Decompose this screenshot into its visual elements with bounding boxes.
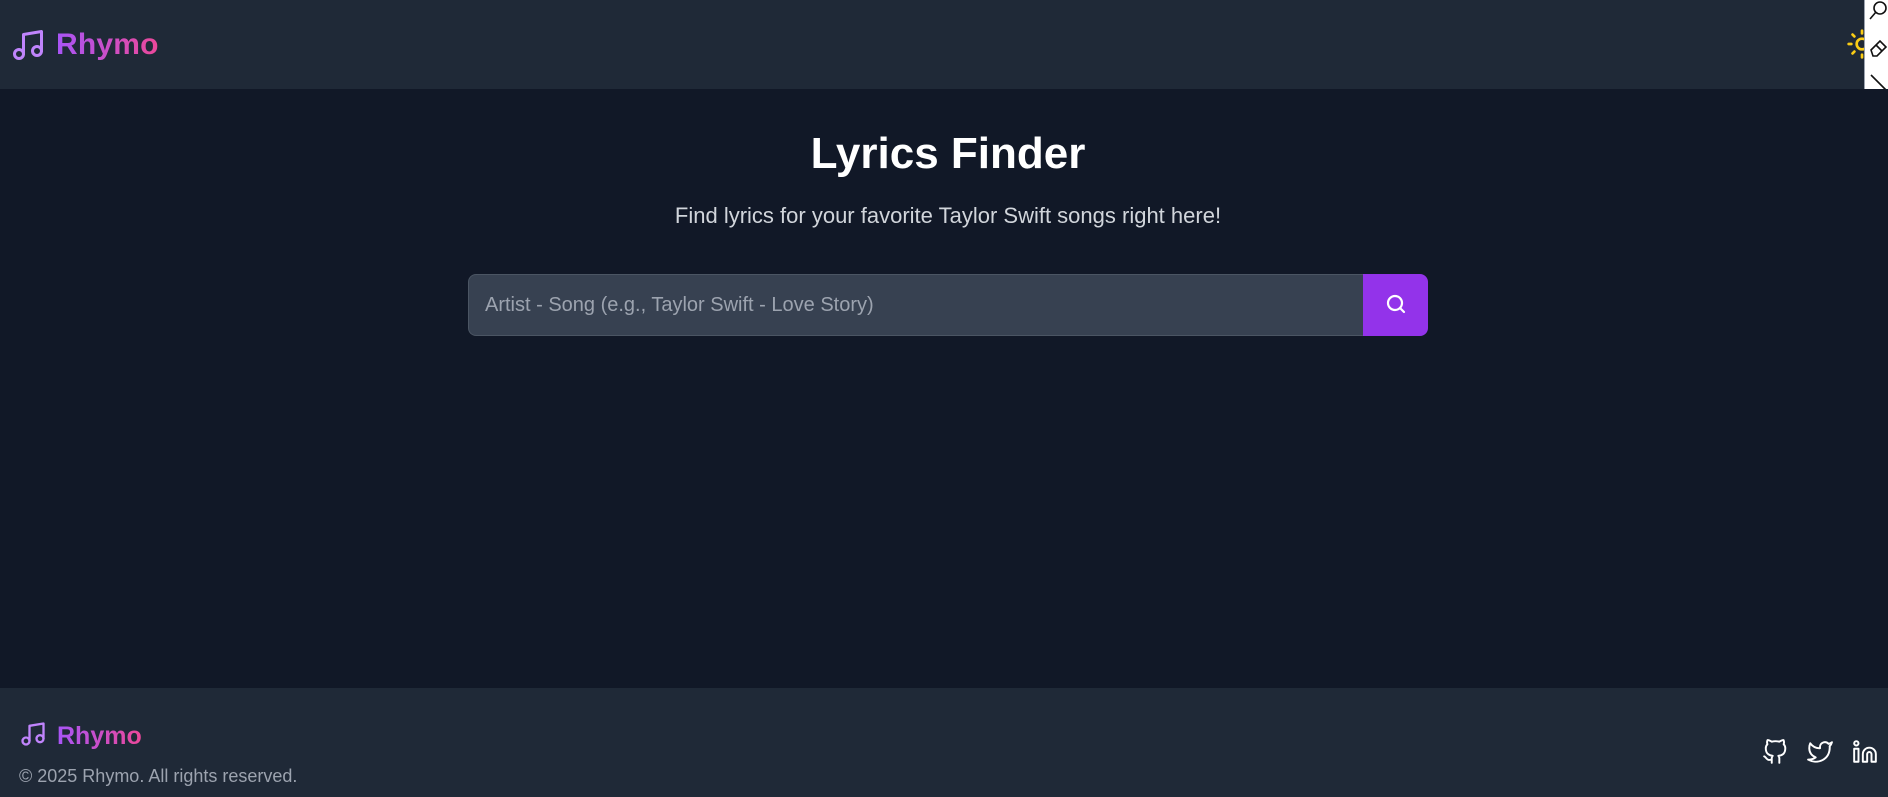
- search-button[interactable]: [1363, 274, 1428, 336]
- lyrics-search-form: [468, 274, 1428, 336]
- app-page: Rhymo Lyrics Finder Find lyrics for your…: [0, 0, 1888, 797]
- footer-brand-name: Rhymo: [57, 721, 142, 750]
- footer-brand: Rhymo: [19, 720, 142, 752]
- top-navbar: Rhymo: [0, 0, 1888, 89]
- footer: Rhymo © 2025 Rhymo. All rights reserved.: [0, 688, 1888, 797]
- music-note-icon: [10, 27, 46, 63]
- search-input[interactable]: [468, 274, 1363, 336]
- search-icon: [1384, 292, 1408, 319]
- main-content: Lyrics Finder Find lyrics for your favor…: [0, 89, 1888, 688]
- brand-logo-link[interactable]: Rhymo: [10, 24, 159, 66]
- copyright-text: © 2025 Rhymo. All rights reserved.: [19, 766, 298, 786]
- brand-name: Rhymo: [56, 28, 159, 61]
- twitter-icon[interactable]: [1807, 739, 1833, 765]
- linkedin-icon[interactable]: [1852, 739, 1878, 765]
- page-title: Lyrics Finder: [810, 129, 1086, 178]
- github-icon[interactable]: [1762, 739, 1788, 765]
- page-subtitle: Find lyrics for your favorite Taylor Swi…: [674, 203, 1222, 228]
- zoom-icon[interactable]: [1868, 0, 1888, 24]
- music-note-icon: [19, 720, 47, 753]
- eraser-icon[interactable]: [1868, 36, 1888, 60]
